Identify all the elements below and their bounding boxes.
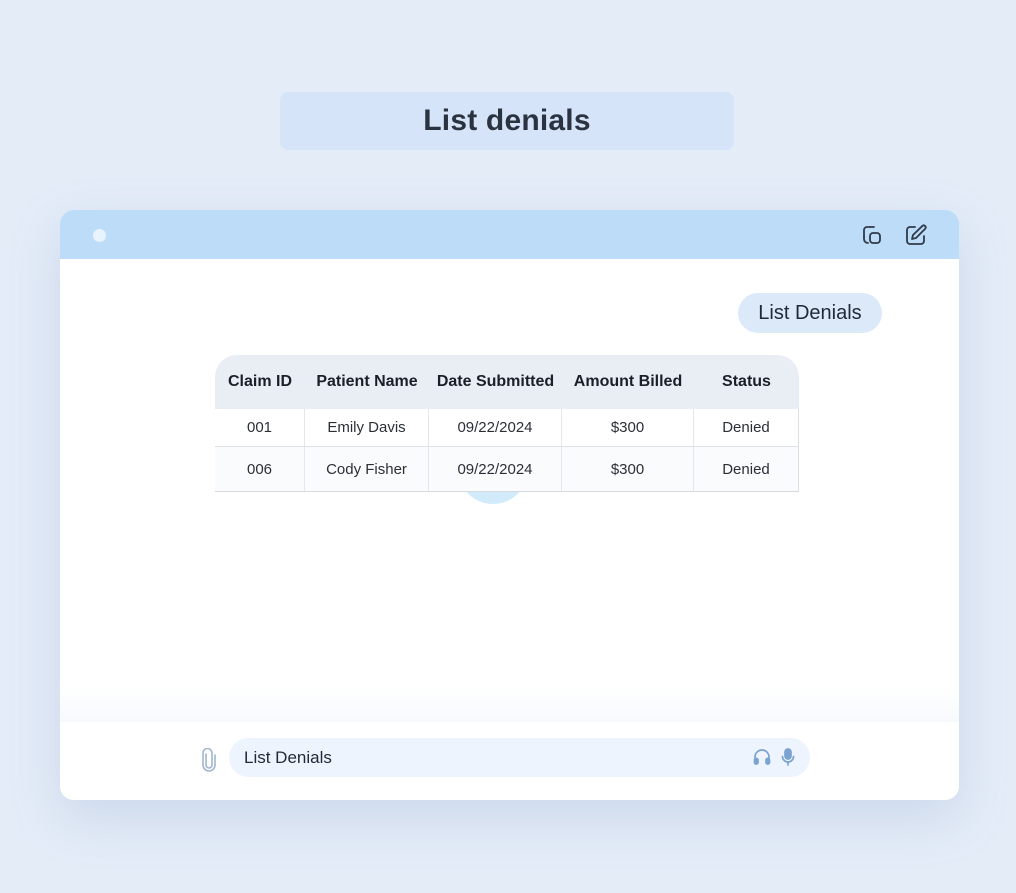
edit-icon[interactable] bbox=[904, 223, 928, 247]
window-dot-icon bbox=[93, 229, 106, 242]
duplicate-window-icon[interactable] bbox=[860, 223, 884, 247]
table-row: 001 Emily Davis 09/22/2024 $300 Denied bbox=[215, 409, 799, 447]
cell-date-submitted: 09/22/2024 bbox=[429, 447, 562, 491]
headphones-icon[interactable] bbox=[752, 747, 772, 767]
chat-window: List Denials Claim ID Patient Name Date … bbox=[60, 210, 959, 800]
cell-status: Denied bbox=[694, 447, 799, 491]
cell-claim-id: 006 bbox=[215, 447, 305, 491]
user-message-bubble: List Denials bbox=[738, 293, 882, 333]
cell-claim-id: 001 bbox=[215, 409, 305, 446]
table-row: 006 Cody Fisher 09/22/2024 $300 Denied bbox=[215, 447, 799, 492]
message-input[interactable]: List Denials bbox=[229, 738, 810, 777]
column-header-status: Status bbox=[722, 373, 771, 390]
cell-patient-name: Emily Davis bbox=[305, 409, 429, 446]
title-banner: List denials bbox=[280, 92, 734, 150]
message-input-value: List Denials bbox=[244, 748, 332, 767]
paperclip-icon[interactable] bbox=[200, 748, 218, 772]
cell-status: Denied bbox=[694, 409, 799, 446]
column-header-date-submitted: Date Submitted bbox=[436, 373, 555, 390]
cell-date-submitted: 09/22/2024 bbox=[429, 409, 562, 446]
composer-divider bbox=[60, 686, 959, 726]
cell-patient-name: Cody Fisher bbox=[305, 447, 429, 491]
column-header-claim-id: Claim ID bbox=[227, 373, 292, 390]
column-header-patient-name: Patient Name bbox=[316, 373, 418, 390]
table-header: Claim ID Patient Name Date Submitted Amo… bbox=[215, 355, 799, 409]
page: List denials List Denials Claim ID Patie… bbox=[0, 0, 1016, 893]
column-header-amount-billed: Amount Billed bbox=[573, 373, 683, 390]
denials-table: Claim ID Patient Name Date Submitted Amo… bbox=[215, 355, 799, 492]
microphone-icon[interactable] bbox=[778, 747, 798, 767]
page-title: List denials bbox=[423, 104, 591, 137]
window-topbar bbox=[60, 210, 959, 259]
cell-amount-billed: $300 bbox=[562, 447, 694, 491]
cell-amount-billed: $300 bbox=[562, 409, 694, 446]
message-composer: List Denials bbox=[60, 722, 959, 800]
